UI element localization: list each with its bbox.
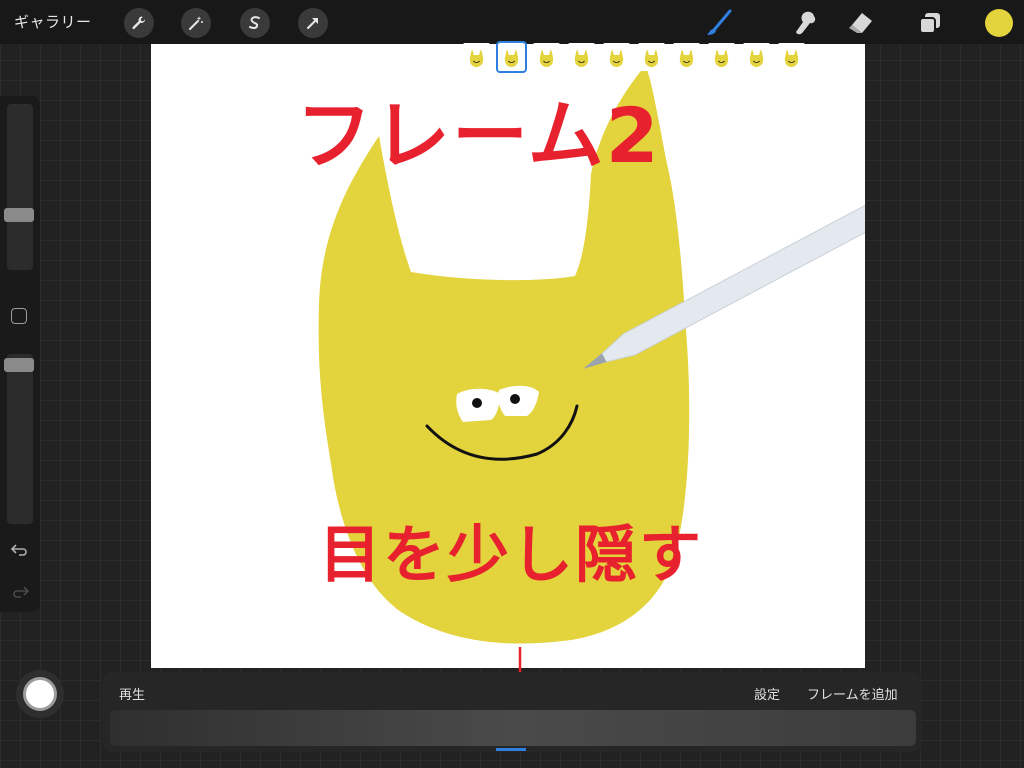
frame-thumbnail[interactable]: [568, 43, 595, 71]
frame-thumbnail[interactable]: [638, 43, 665, 71]
opacity-slider[interactable]: [7, 354, 33, 524]
selection-s-icon[interactable]: [240, 8, 270, 38]
opacity-thumb[interactable]: [4, 358, 34, 372]
frame-thumbnail[interactable]: [708, 43, 735, 71]
brush-size-slider[interactable]: [7, 104, 33, 270]
redo-icon[interactable]: [10, 584, 30, 604]
smudge-icon[interactable]: [790, 7, 822, 39]
eraser-icon[interactable]: [844, 7, 876, 39]
frame-title-annotation: フレーム2: [296, 91, 661, 180]
layers-icon[interactable]: [914, 7, 946, 39]
animation-assist-panel: 再生 設定 フレームを追加: [102, 672, 922, 752]
play-button[interactable]: 再生: [119, 684, 145, 703]
drawing-canvas[interactable]: フレーム2 目を少し隠す: [151, 44, 865, 668]
magic-wand-icon[interactable]: [181, 8, 211, 38]
modify-button[interactable]: [11, 308, 27, 324]
undo-icon[interactable]: [10, 542, 30, 562]
transform-arrow-icon[interactable]: [298, 8, 328, 38]
frame-thumbnail[interactable]: [533, 43, 560, 71]
frame-thumbnail[interactable]: [463, 43, 490, 71]
frame-thumbnail[interactable]: [603, 43, 630, 71]
record-button[interactable]: [16, 670, 64, 718]
selected-frame-indicator: [496, 748, 526, 751]
left-sidebar: [0, 96, 40, 612]
frame-thumbnail[interactable]: [778, 43, 805, 71]
brush-size-thumb[interactable]: [4, 208, 34, 222]
frame-thumbnail[interactable]: [673, 43, 700, 71]
caption-annotation: 目を少し隠す: [319, 518, 704, 591]
wrench-icon[interactable]: [124, 8, 154, 38]
add-frame-button[interactable]: フレームを追加: [807, 684, 898, 703]
frame-thumbnail[interactable]: [496, 41, 527, 73]
settings-button[interactable]: 設定: [754, 684, 780, 703]
gallery-button[interactable]: ギャラリー: [14, 11, 92, 32]
record-circle: [23, 677, 57, 711]
color-picker-button[interactable]: [985, 9, 1013, 37]
frame-thumbnail[interactable]: [743, 43, 770, 71]
frame-timeline[interactable]: [110, 710, 916, 746]
top-toolbar: ギャラリー: [0, 0, 1024, 44]
brush-icon[interactable]: [703, 7, 735, 39]
